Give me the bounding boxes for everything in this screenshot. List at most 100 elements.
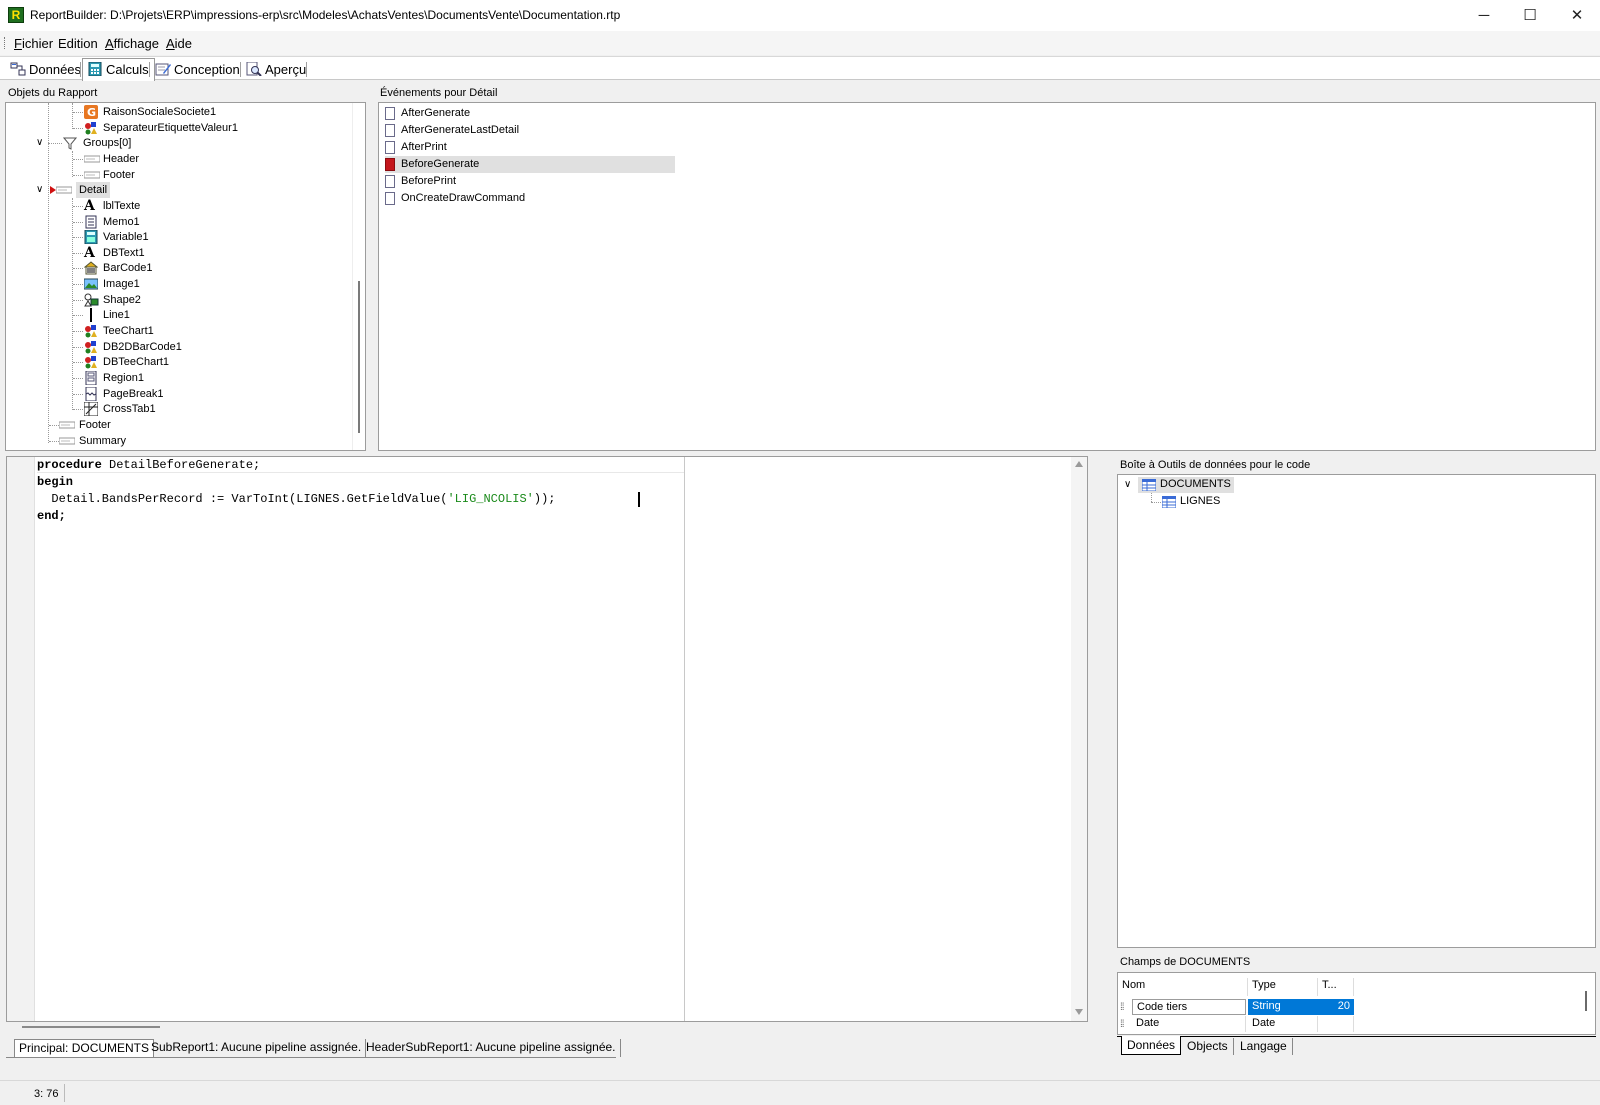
tree-guide — [72, 103, 73, 129]
tree-guide — [48, 143, 62, 144]
pipeline-tab-principal[interactable]: Principal: DOCUMENTS — [14, 1039, 155, 1057]
menu-affichage[interactable]: Affichage — [105, 36, 159, 51]
column-header-type[interactable]: Type — [1248, 978, 1318, 996]
shapes-icon — [84, 121, 98, 135]
column-header-size[interactable]: T... — [1318, 978, 1354, 996]
band-icon — [83, 168, 101, 182]
dbtext-icon: A — [84, 245, 95, 261]
main-tabs: Données Calculs Conception Aperçu — [0, 56, 1600, 81]
text-caret — [638, 492, 640, 507]
tree-item-label: Variable1 — [103, 231, 149, 243]
tab-objects[interactable]: Objects — [1182, 1038, 1234, 1055]
tab-donnees-fields[interactable]: Données — [1121, 1036, 1182, 1055]
tree-item-label: Shape2 — [103, 294, 141, 306]
menu-aide[interactable]: Aide — [166, 36, 192, 51]
tab-apercu[interactable]: Aperçu — [242, 59, 311, 80]
field-name: Date — [1132, 1016, 1246, 1032]
tab-conception[interactable]: Conception — [151, 59, 245, 80]
toolbox-root-label: DOCUMENTS — [1160, 478, 1231, 490]
shapes-icon — [84, 340, 98, 354]
tab-calculs[interactable]: Calculs — [82, 58, 155, 81]
field-type: Date — [1248, 1016, 1318, 1032]
menu-fichier[interactable]: Fichier — [14, 36, 53, 51]
event-label: BeforePrint — [401, 175, 457, 187]
field-size — [1318, 1016, 1354, 1032]
fields-label: Champs de DOCUMENTS — [1120, 956, 1251, 968]
event-oncreatedrawcommand[interactable]: OnCreateDrawCommand — [385, 190, 675, 207]
table-icon — [1141, 478, 1157, 494]
tab-langage[interactable]: Langage — [1235, 1038, 1293, 1055]
tree-guide — [49, 441, 59, 442]
tab-donnees[interactable]: Données — [6, 59, 86, 80]
tree-scrollbar-thumb[interactable] — [358, 281, 360, 433]
band-icon — [83, 152, 101, 166]
minimize-button-visible[interactable]: ─ — [1461, 0, 1507, 31]
pipeline-tab-subreport1[interactable]: SubReport1: Aucune pipeline assignée. — [147, 1039, 367, 1057]
drag-grip-icon: ⁞⁞ — [1120, 1002, 1124, 1013]
table-row[interactable]: ⁞⁞ Date Date — [1118, 1016, 1354, 1033]
tree-scrollbar[interactable] — [352, 103, 365, 450]
label-icon: A — [84, 198, 95, 214]
tree-item-label: TeeChart1 — [103, 325, 154, 337]
tree-item-label: Header — [103, 153, 140, 165]
page-icon — [385, 107, 395, 120]
event-beforeprint[interactable]: BeforePrint — [385, 173, 675, 190]
fields-grid: Nom Type T... ⁞⁞ Code tiers String 20 ⁞⁞… — [1117, 972, 1596, 1035]
toolbox-child-label: LIGNES — [1180, 495, 1221, 507]
code-hscrollbar-thumb[interactable] — [22, 1026, 160, 1028]
event-aftergeneratelastdetail[interactable]: AfterGenerateLastDetail — [385, 122, 675, 139]
tab-separator — [80, 62, 81, 77]
tree-guide — [73, 331, 83, 332]
event-beforegenerate[interactable]: BeforeGenerate — [385, 156, 675, 173]
tree-guide — [1151, 493, 1152, 502]
tree-item-label: DB2DBarCode1 — [103, 341, 182, 353]
chevron-down-icon[interactable]: ∨ — [36, 182, 43, 198]
tab-separator — [240, 62, 241, 77]
tree-guide — [72, 151, 73, 177]
scroll-up-icon[interactable] — [1075, 461, 1083, 467]
code-editor[interactable]: procedure DetailBeforeGenerate; begin De… — [6, 456, 1088, 1022]
table-row[interactable]: ⁞⁞ Code tiers String 20 — [1118, 999, 1354, 1016]
menu-bar: Fichier Edition Affichage Aide — [0, 31, 1600, 55]
code-line-2: begin — [37, 474, 73, 491]
tree-item-label: DBText1 — [103, 247, 145, 259]
fields-scrollbar-thumb[interactable] — [1585, 991, 1587, 1011]
toolbox-child[interactable]: LIGNES — [1161, 494, 1242, 510]
variable-icon — [84, 229, 98, 245]
code-gutter — [7, 457, 35, 1021]
event-label: AfterGenerateLastDetail — [401, 124, 520, 136]
tree-guide — [73, 222, 83, 223]
event-label: AfterGenerate — [401, 107, 471, 119]
band-icon — [58, 434, 76, 448]
maximize-button-visible[interactable]: ☐ — [1507, 0, 1553, 31]
scroll-down-icon[interactable] — [1075, 1009, 1083, 1015]
field-type: String — [1248, 999, 1318, 1015]
code-keyword: begin — [37, 475, 74, 489]
design-icon — [155, 62, 171, 76]
tree-item-label: PageBreak1 — [103, 388, 164, 400]
svg-text:G: G — [87, 106, 96, 119]
chevron-down-icon[interactable]: ∨ — [36, 135, 43, 151]
tree-guide — [73, 237, 83, 238]
pipeline-tab-headersubreport1[interactable]: HeaderSubReport1: Aucune pipeline assign… — [362, 1039, 621, 1057]
toolbox-tree: ∨ DOCUMENTS LIGNES — [1117, 474, 1596, 948]
code-text: )); — [533, 492, 556, 506]
event-aftergenerate[interactable]: AfterGenerate — [385, 105, 675, 122]
code-vscrollbar[interactable] — [1071, 457, 1087, 1021]
page-icon — [385, 192, 395, 205]
tree-guide — [73, 268, 83, 269]
toolbox-root[interactable]: DOCUMENTS — [1138, 477, 1234, 493]
tree-guide — [73, 175, 83, 176]
menu-edition[interactable]: Edition — [58, 36, 98, 51]
column-header-nom[interactable]: Nom — [1118, 978, 1248, 996]
event-afterprint[interactable]: AfterPrint — [385, 139, 675, 156]
code-line-1: procedure DetailBeforeGenerate; — [37, 457, 260, 474]
report-tree: G RaisonSocialeSociete1 SeparateurEtique… — [5, 102, 366, 451]
field-name: Code tiers — [1132, 999, 1246, 1015]
tree-guide — [73, 362, 83, 363]
close-button[interactable]: ✕ — [1554, 0, 1600, 31]
chevron-down-icon[interactable]: ∨ — [1124, 479, 1131, 490]
page-icon — [385, 124, 395, 137]
code-text: DetailBeforeGenerate; — [101, 458, 261, 472]
events-list: AfterGenerate AfterGenerateLastDetail Af… — [378, 102, 1596, 451]
